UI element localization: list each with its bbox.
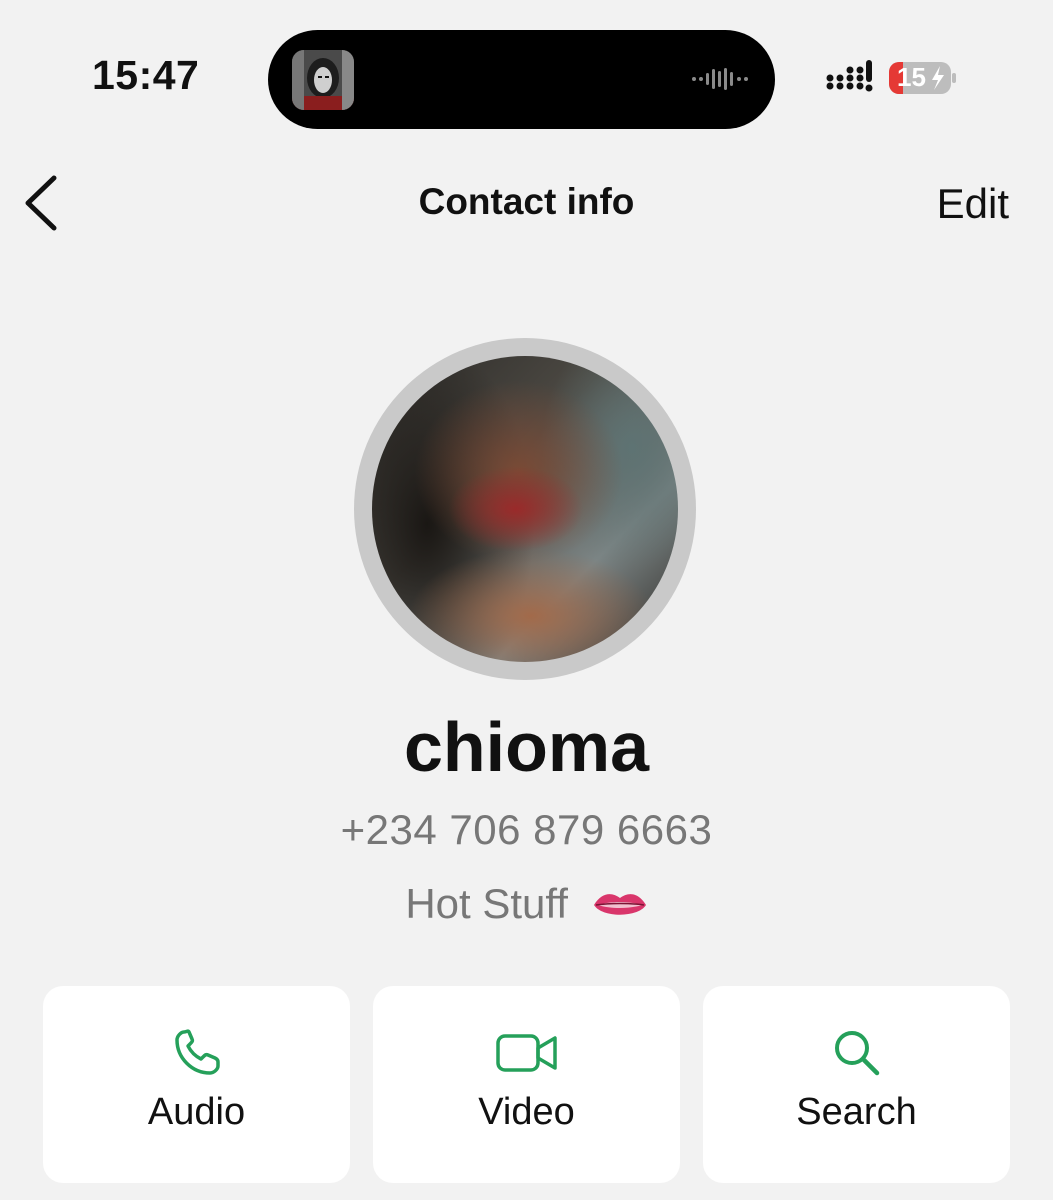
video-call-button[interactable]: Video: [373, 986, 680, 1183]
search-label: Search: [796, 1091, 917, 1133]
contact-name: chioma: [403, 708, 650, 786]
audio-label: Audio: [147, 1091, 246, 1133]
phone-icon: [170, 1026, 224, 1085]
contact-about-text: Hot Stuff: [405, 880, 568, 927]
edit-button[interactable]: Edit: [937, 180, 1009, 228]
lips-emoji-icon: [593, 894, 646, 915]
video-label: Video: [478, 1091, 575, 1133]
audio-waveform-icon: [690, 66, 750, 92]
audio-call-button[interactable]: Audio: [43, 986, 350, 1183]
battery-icon: 15: [888, 60, 958, 96]
search-icon: [830, 1026, 884, 1085]
search-button[interactable]: Search: [703, 986, 1010, 1183]
now-playing-artwork[interactable]: [292, 50, 354, 110]
contact-phone[interactable]: +234 706 879 6663: [0, 806, 1053, 854]
avatar[interactable]: [372, 356, 678, 662]
video-camera-icon: [495, 1026, 559, 1085]
cellular-signal-icon: [826, 58, 876, 98]
page-title: Contact info: [418, 181, 635, 222]
battery-percentage: 15: [897, 62, 926, 92]
status-time: 15:47: [92, 52, 200, 98]
contact-about: Hot Stuff: [0, 880, 1053, 928]
